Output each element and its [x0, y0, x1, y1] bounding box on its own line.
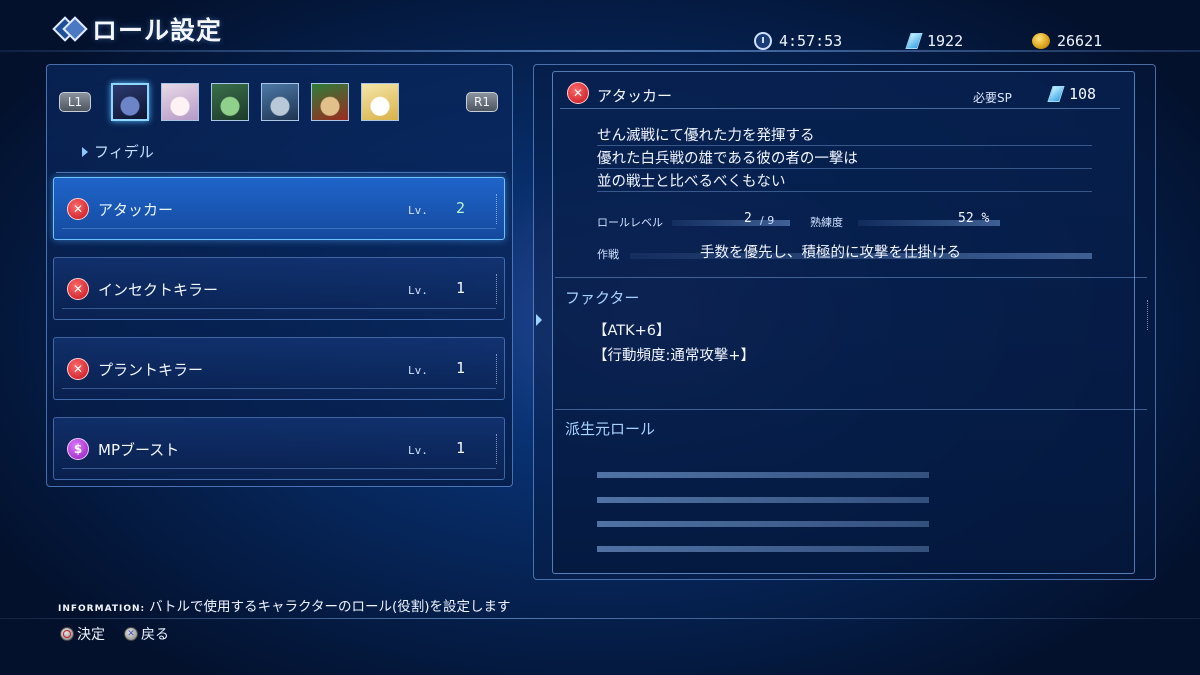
- level-label: Lv.: [408, 364, 428, 377]
- avatar-3[interactable]: [211, 83, 249, 121]
- cross-button-icon: [124, 627, 138, 641]
- clock-icon: [754, 32, 772, 50]
- level-label: Lv.: [408, 204, 428, 217]
- information-bar: INFORMATION: バトルで使用するキャラクターのロール(役割)を設定しま…: [58, 595, 511, 615]
- level-label: Lv.: [408, 444, 428, 457]
- crystal-icon: [1047, 86, 1065, 102]
- level-label: Lv.: [408, 284, 428, 297]
- role-name: MPブースト: [98, 441, 180, 459]
- crystal-icon: [905, 33, 923, 49]
- panel-side-tag: [1147, 300, 1151, 330]
- empty-slot-bar: [597, 546, 929, 552]
- title-underline: [560, 108, 1120, 109]
- role-level-label: ロールレベル: [597, 216, 663, 229]
- role-row-insect-killer[interactable]: ✕ インセクトキラー Lv. 1: [53, 257, 505, 320]
- avatar-5[interactable]: [311, 83, 349, 121]
- tactic-label: 作戦: [597, 248, 619, 261]
- empty-slot-bar: [597, 472, 929, 478]
- row-divider: [62, 228, 496, 229]
- sword-icon: ✕: [567, 82, 589, 104]
- description-line: 並の戦士と比べるべくもない: [597, 170, 1092, 192]
- character-name: フィデル: [94, 143, 154, 161]
- crystal-count: 1922: [905, 30, 964, 52]
- avatar-1[interactable]: [111, 83, 149, 121]
- information-tag: INFORMATION:: [58, 604, 146, 614]
- confirm-button[interactable]: 決定: [60, 624, 105, 644]
- avatar-4[interactable]: [261, 83, 299, 121]
- sp-label: 必要SP: [973, 91, 1012, 105]
- row-side-tag: [496, 194, 500, 224]
- role-level-max: / 9: [760, 214, 775, 227]
- level-value: 1: [456, 279, 466, 297]
- role-name: プラントキラー: [98, 361, 204, 379]
- confirm-label: 決定: [77, 627, 105, 643]
- play-time: 4:57:53: [754, 30, 842, 52]
- role-row-attacker[interactable]: ✕ アタッカー Lv. 2: [53, 177, 505, 240]
- sp-cost: 108: [1047, 85, 1097, 103]
- description-line: 優れた白兵戦の雄である彼の者の一撃は: [597, 147, 1092, 169]
- row-divider: [62, 308, 496, 309]
- role-name: インセクトキラー: [98, 281, 219, 299]
- row-divider: [62, 388, 496, 389]
- r1-button[interactable]: R1: [466, 92, 498, 112]
- character-name-row: フィデル: [82, 141, 154, 162]
- empty-slot-bar: [597, 497, 929, 503]
- mastery-label: 熟練度: [810, 216, 843, 229]
- derive-section-title: 派生元ロール: [565, 420, 656, 438]
- tactic-text: 手数を優先し、積極的に攻撃を仕掛ける: [700, 245, 961, 261]
- factor-item: 【行動頻度:通常攻撃+】: [593, 348, 756, 364]
- sword-icon: ✕: [67, 358, 89, 380]
- empty-slot-bar: [597, 521, 929, 527]
- role-row-mp-boost[interactable]: $ MPブースト Lv. 1: [53, 417, 505, 480]
- page-title: ロール設定: [92, 16, 223, 45]
- row-side-tag: [496, 354, 500, 384]
- crystal-count-value: 1922: [927, 32, 964, 50]
- information-text: バトルで使用するキャラクターのロール(役割)を設定します: [149, 599, 511, 615]
- play-time-value: 4:57:53: [779, 32, 843, 50]
- sword-icon: ✕: [67, 278, 89, 300]
- coin-count-value: 26621: [1057, 32, 1103, 50]
- coin-count: 26621: [1032, 30, 1102, 52]
- role-level-value: 2: [744, 211, 752, 226]
- back-button[interactable]: 戻る: [124, 624, 169, 644]
- row-side-tag: [496, 434, 500, 464]
- footer-divider: [0, 618, 1200, 619]
- coin-icon: [1032, 33, 1050, 49]
- mp-icon: $: [67, 438, 89, 460]
- avatar-6[interactable]: [361, 83, 399, 121]
- row-side-tag: [496, 274, 500, 304]
- factor-section-title: ファクター: [565, 289, 640, 307]
- description-line: せん滅戦にて優れた力を発揮する: [597, 124, 1092, 146]
- level-value: 1: [456, 359, 466, 377]
- section-divider: [555, 277, 1147, 278]
- factor-item: 【ATK+6】: [593, 323, 671, 339]
- row-divider: [62, 468, 496, 469]
- page-title-area: ロール設定: [52, 12, 223, 46]
- avatar-2[interactable]: [161, 83, 199, 121]
- name-underline: [56, 163, 506, 173]
- pointer-arrow-icon: [82, 146, 88, 157]
- l1-button[interactable]: L1: [59, 92, 91, 112]
- header-divider: [0, 50, 1200, 52]
- expand-arrow-icon[interactable]: [536, 314, 542, 326]
- detail-role-title: アタッカー: [597, 87, 673, 105]
- mastery-value: 52 %: [958, 211, 990, 226]
- menu-diamond-icon: [52, 14, 88, 44]
- section-divider: [555, 409, 1147, 410]
- level-value: 1: [456, 439, 466, 457]
- circle-button-icon: [60, 627, 74, 641]
- back-label: 戻る: [141, 627, 169, 643]
- role-row-plant-killer[interactable]: ✕ プラントキラー Lv. 1: [53, 337, 505, 400]
- sword-icon: ✕: [67, 198, 89, 220]
- role-name: アタッカー: [98, 201, 174, 219]
- sp-value: 108: [1069, 85, 1097, 103]
- level-value: 2: [456, 199, 466, 217]
